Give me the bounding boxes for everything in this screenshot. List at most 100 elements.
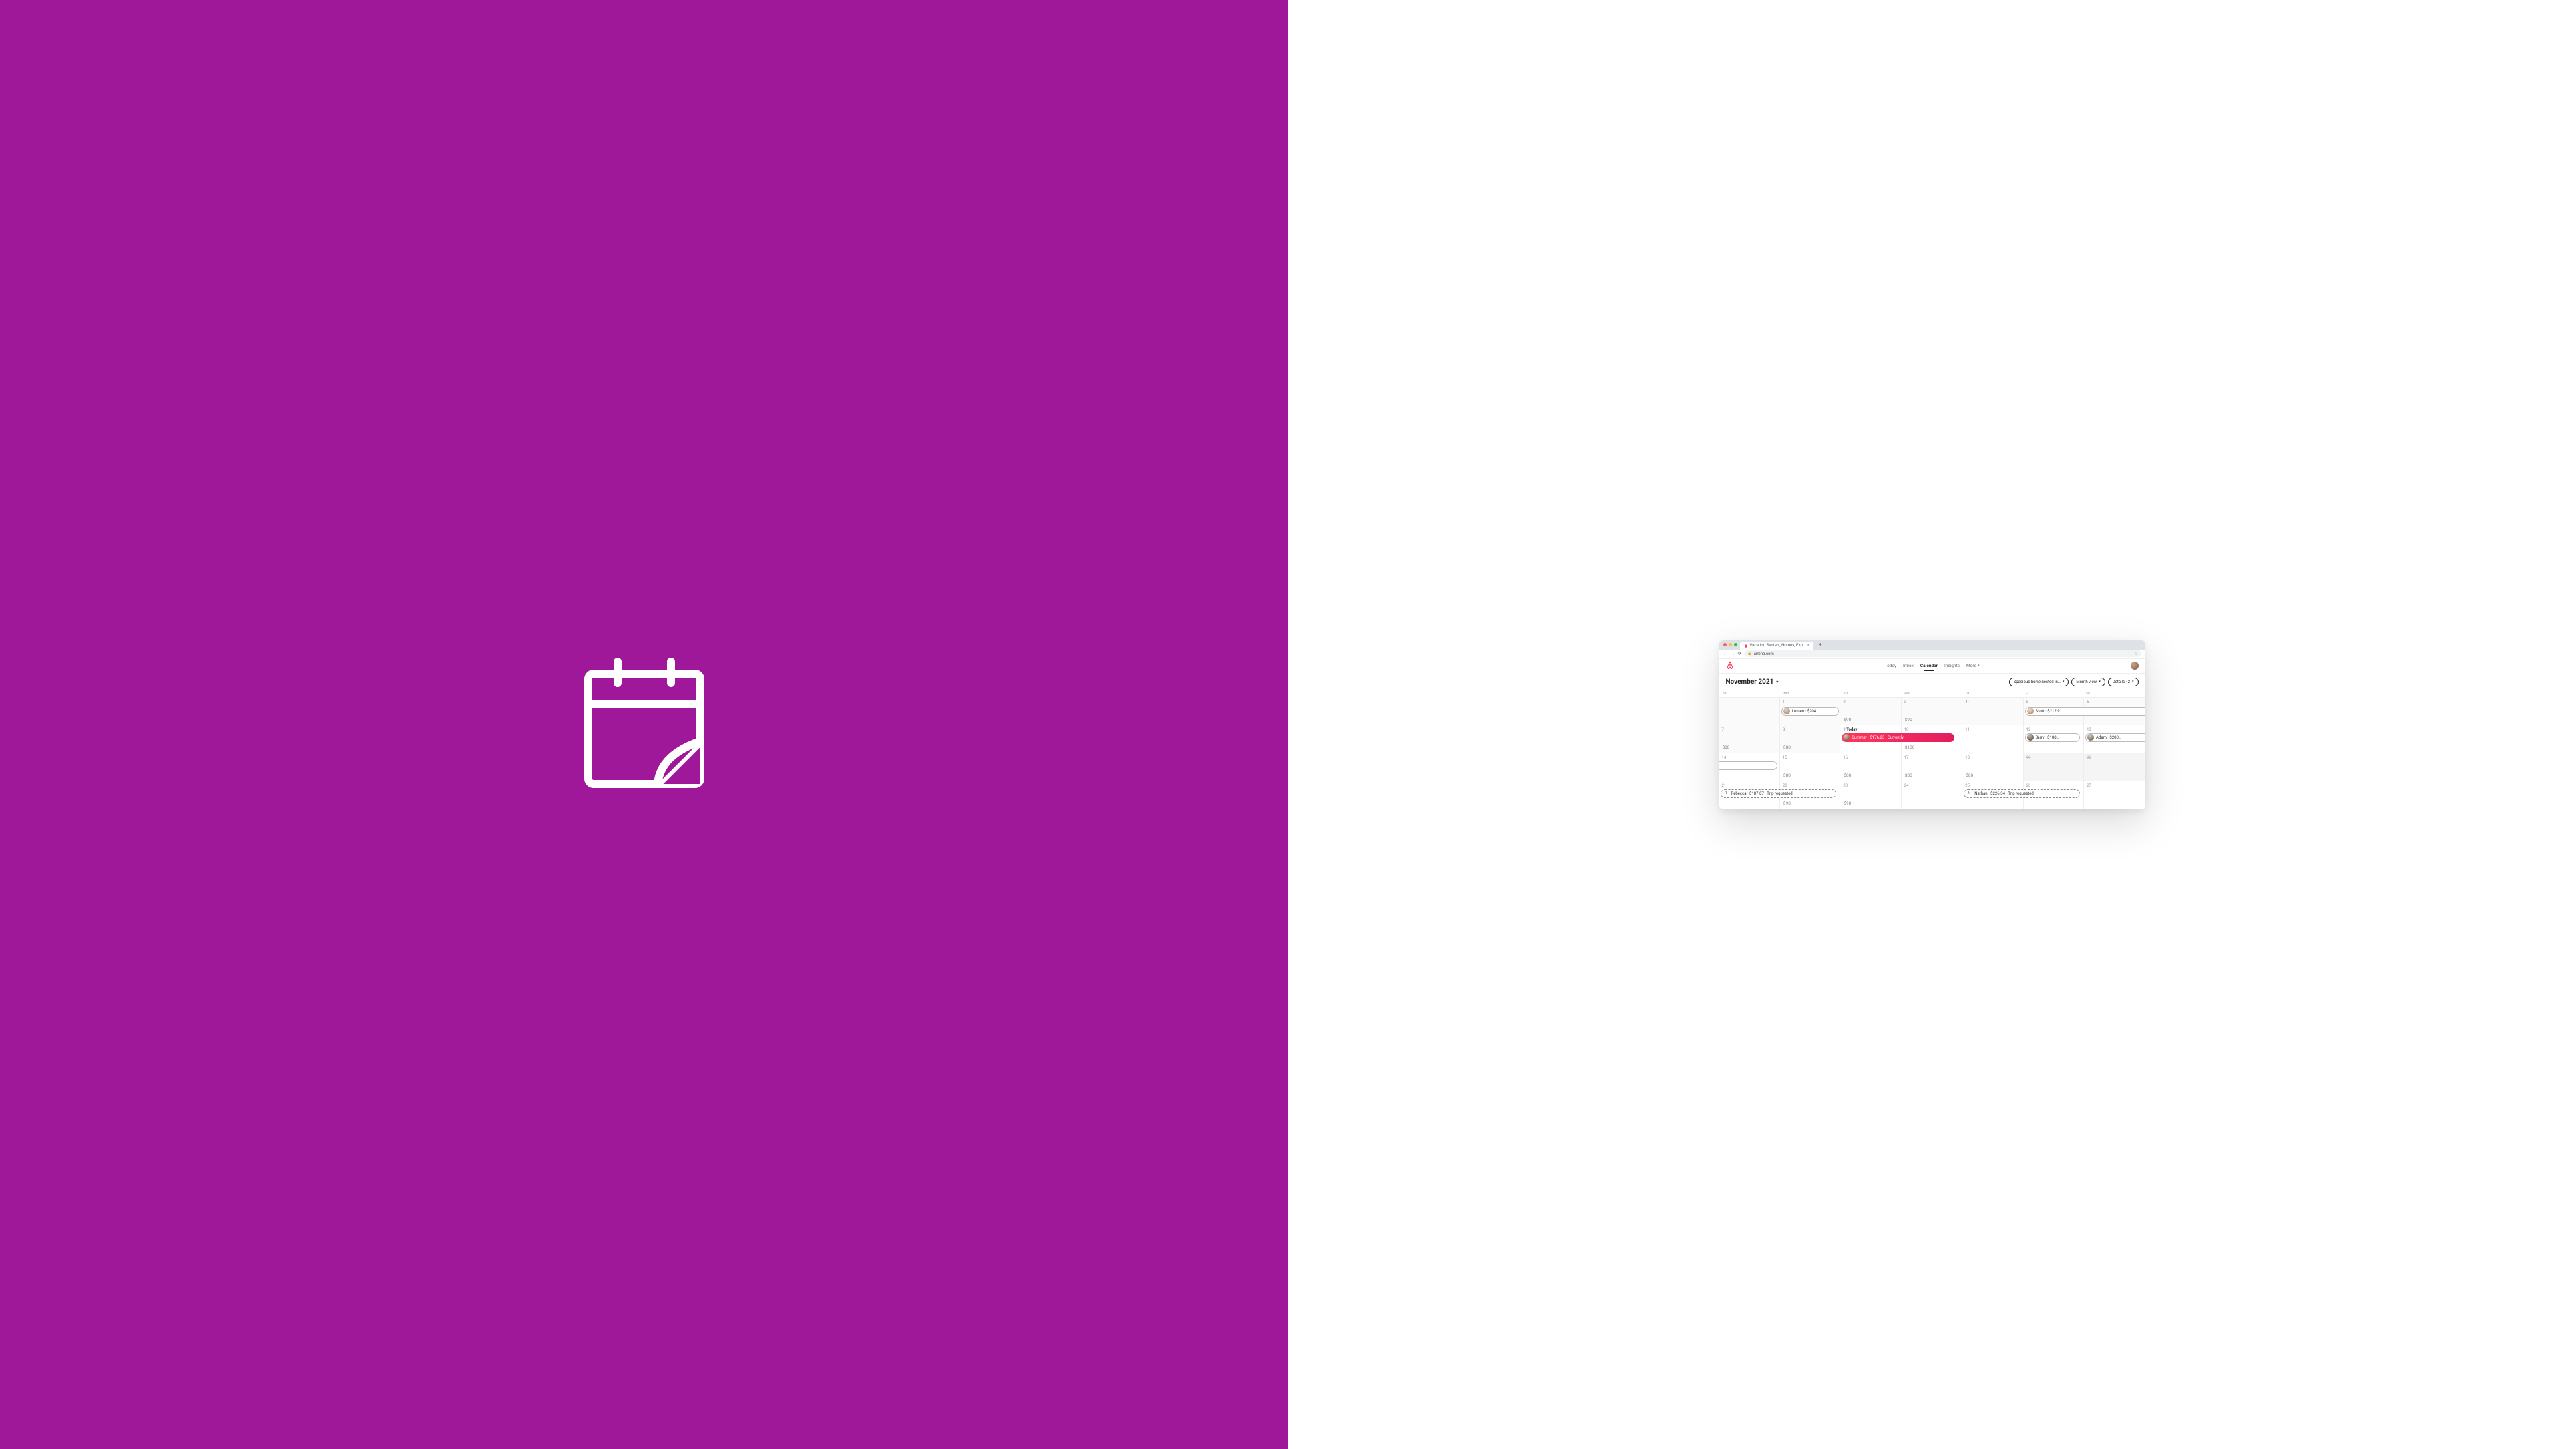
browser-tab[interactable]: Vacation Rentals, Homes, Exp… ×: [1740, 642, 1814, 650]
dow-label: Su: [1721, 690, 1781, 697]
guest-avatar: [1843, 734, 1850, 741]
price-label: $80: [1966, 773, 1973, 778]
main-nav: Today Inbox Calendar Insights More▾: [1885, 663, 1980, 668]
details-selector-pill[interactable]: Details · 2▾: [2108, 678, 2139, 686]
calendar-cell[interactable]: 2$90: [1840, 698, 1901, 725]
calendar-cell[interactable]: 4⊷: [1962, 698, 2023, 725]
calendar-grid: 1 2$90 3$90 4⊷ 5 6 7$80 8$80 9 Today 10$…: [1719, 697, 2145, 809]
airbnb-favicon-icon: [1744, 644, 1748, 648]
calendar-cell[interactable]: 7$80: [1719, 725, 1780, 753]
booking-chip-nathan[interactable]: N Nathan · $226.34 · Trip requested: [1964, 789, 2080, 798]
booking-label: Nathan · $226.34 · Trip requested: [1974, 791, 2034, 796]
nav-today[interactable]: Today: [1885, 663, 1897, 668]
airbnb-logo-icon[interactable]: [1726, 661, 1734, 670]
calendar-cell[interactable]: 27: [2084, 781, 2145, 809]
booking-label: Summer · $176.23 · Currently: [1852, 735, 1904, 740]
calendar-cell[interactable]: 16$80: [1840, 753, 1901, 781]
lock-icon: 🔒: [1747, 652, 1751, 656]
calendar-cell[interactable]: 23$90: [1840, 781, 1901, 809]
calendar-cell[interactable]: 3$90: [1902, 698, 1962, 725]
minimize-window-dot[interactable]: [1729, 643, 1732, 646]
guest-avatar: [2027, 708, 2034, 714]
nav-more[interactable]: More▾: [1966, 663, 1980, 668]
guest-initial-avatar: N: [1966, 790, 1972, 797]
back-button[interactable]: ←: [1723, 651, 1728, 656]
calendar-cell[interactable]: 11: [1962, 725, 2023, 753]
left-hero-panel: [0, 0, 1288, 1449]
booking-label: Rebecca · $187.87 · Trip requested: [1731, 791, 1793, 796]
reload-button[interactable]: ⟳: [1738, 651, 1742, 656]
price-label: $80: [1905, 773, 1912, 778]
calendar-note-icon: [578, 655, 711, 795]
tab-close-icon[interactable]: ×: [1807, 643, 1809, 648]
booking-chip-barry[interactable]: Barry · $100…: [2025, 733, 2080, 742]
address-bar[interactable]: 🔒 airbnb.com ☆: [1744, 650, 2141, 657]
url-text: airbnb.com: [1754, 652, 1774, 656]
booking-label: Barry · $100…: [2036, 735, 2059, 740]
price-label: $80: [1783, 773, 1791, 778]
price-label: $90: [1783, 801, 1791, 806]
today-label: Today: [1846, 727, 1857, 732]
booking-chip-summer[interactable]: Summer · $176.23 · Currently: [1842, 733, 1954, 742]
booking-chip-scott[interactable]: Scott · $212.91: [2025, 707, 2145, 716]
month-label: November 2021: [1726, 678, 1774, 686]
booking-label: Lumen · $204…: [1792, 709, 1819, 714]
chevron-down-icon: ▾: [2099, 680, 2101, 684]
chevron-down-icon: ▾: [2132, 680, 2134, 684]
browser-tab-strip: Vacation Rentals, Homes, Exp… × +: [1719, 640, 2145, 650]
chevron-down-icon: ▾: [1978, 664, 1980, 668]
calendar-cell[interactable]: 24: [1902, 781, 1962, 809]
crossed-line-icon: ⊷: [1965, 700, 1969, 704]
listing-selector-pill[interactable]: Spacious home nested in…▾: [2009, 678, 2069, 686]
browser-toolbar: ← → ⟳ 🔒 airbnb.com ☆: [1719, 650, 2145, 659]
price-label: $100: [1905, 745, 1915, 750]
dow-label: Tu: [1841, 690, 1902, 697]
calendar-cell-blocked[interactable]: 20: [2084, 753, 2145, 781]
app-header: Today Inbox Calendar Insights More▾: [1719, 659, 2145, 674]
calendar-cell[interactable]: [1719, 698, 1780, 725]
right-screenshot-panel: Vacation Rentals, Homes, Exp… × + ← → ⟳ …: [1288, 0, 2576, 1449]
bookmark-star-icon[interactable]: ☆: [2134, 652, 2137, 656]
dow-label: Sa: [2083, 690, 2144, 697]
price-label: $80: [1783, 745, 1791, 750]
view-selector-pill[interactable]: Month view▾: [2071, 678, 2105, 686]
guest-avatar: [2027, 734, 2034, 741]
close-window-dot[interactable]: [1723, 643, 1727, 646]
price-label: $90: [1844, 801, 1851, 806]
forward-button[interactable]: →: [1731, 651, 1735, 656]
maximize-window-dot[interactable]: [1734, 643, 1737, 646]
calendar-cell[interactable]: 17$80: [1902, 753, 1962, 781]
user-avatar[interactable]: [2131, 662, 2139, 670]
booking-chip-rebecca[interactable]: R Rebecca · $187.87 · Trip requested: [1721, 789, 1837, 798]
booking-label: Scott · $212.91: [2036, 709, 2062, 714]
month-selector[interactable]: November 2021 ▾: [1726, 678, 1779, 686]
day-of-week-row: Su Mo Tu We Th Fr Sa: [1719, 690, 2145, 697]
chevron-down-icon: ▾: [2063, 680, 2065, 684]
window-traffic-lights[interactable]: [1723, 643, 1737, 646]
calendar-cell[interactable]: 15$80: [1780, 753, 1840, 781]
nav-inbox[interactable]: Inbox: [1903, 663, 1914, 668]
booking-chip-adam[interactable]: Adam · $200…: [2085, 733, 2145, 742]
guest-initial-avatar: R: [1723, 790, 1729, 797]
dow-label: Th: [1962, 690, 2023, 697]
price-label: $80: [1723, 745, 1730, 750]
nav-calendar[interactable]: Calendar: [1920, 663, 1938, 668]
tab-title: Vacation Rentals, Homes, Exp…: [1750, 643, 1805, 648]
dow-label: Fr: [2023, 690, 2083, 697]
calendar-cell-blocked[interactable]: 19: [2024, 753, 2084, 781]
chevron-down-icon: ▾: [1776, 680, 1778, 684]
new-tab-button[interactable]: +: [1816, 642, 1825, 648]
booking-label: Adam · $200…: [2096, 735, 2121, 740]
dow-label: We: [1902, 690, 1962, 697]
calendar-cell[interactable]: 18$80: [1962, 753, 2023, 781]
price-label: $80: [1844, 773, 1851, 778]
booking-chip-lumen[interactable]: Lumen · $204…: [1781, 707, 1839, 716]
calendar-cell[interactable]: 8$80: [1780, 725, 1840, 753]
calendar-subheader: November 2021 ▾ Spacious home nested in……: [1719, 674, 2145, 690]
guest-avatar: [1783, 708, 1790, 714]
guest-avatar: [2087, 734, 2094, 741]
nav-insights[interactable]: Insights: [1944, 663, 1960, 668]
price-label: $90: [1905, 717, 1912, 722]
booking-chip-continuation[interactable]: [1719, 761, 1777, 770]
dow-label: Mo: [1781, 690, 1841, 697]
